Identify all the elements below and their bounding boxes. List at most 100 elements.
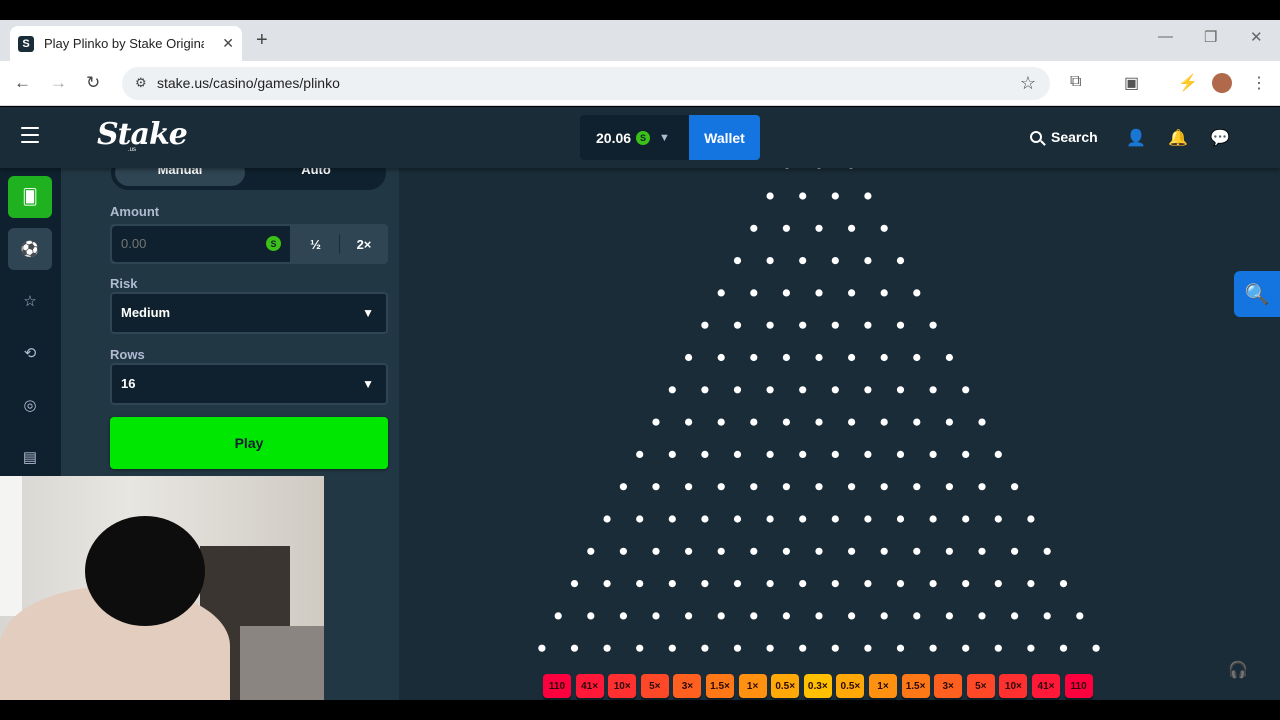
peg [962, 580, 970, 588]
peg [978, 483, 986, 491]
url-text: stake.us/casino/games/plinko [157, 75, 340, 91]
peg [896, 515, 905, 523]
multiplier-bucket: 3× [673, 674, 702, 698]
peg [864, 321, 872, 329]
peg [766, 321, 774, 329]
search-button[interactable]: Search [1030, 129, 1098, 145]
multiplier-bucket: 1.5× [901, 674, 930, 698]
address-bar[interactable]: ⚙ stake.us/casino/games/plinko ☆ [122, 67, 1050, 100]
multiplier-bucket: 41× [575, 674, 604, 698]
multiplier-bucket: 0.5× [771, 674, 800, 698]
peg [733, 386, 742, 394]
peg [962, 386, 970, 394]
chevron-down-icon: ▼ [362, 306, 374, 320]
peg [848, 418, 856, 426]
peg [864, 257, 872, 265]
peg [619, 612, 627, 620]
performance-icon[interactable]: ⚡ [1178, 73, 1198, 93]
favourites-star-icon[interactable]: ☆ [8, 280, 52, 322]
browser-menu-icon[interactable]: ⋮ [1251, 73, 1267, 93]
minimize-icon[interactable]: — [1158, 28, 1173, 45]
challenges-target-icon[interactable]: ◎ [8, 384, 52, 426]
peg [896, 450, 905, 458]
peg [848, 483, 856, 491]
bookmark-star-icon[interactable]: ☆ [1020, 73, 1036, 94]
multiplier-bucket: 5× [966, 674, 995, 698]
browser-tab[interactable]: S Play Plinko by Stake Originals C ✕ [10, 26, 242, 61]
peg [750, 353, 758, 362]
back-icon[interactable]: ← [14, 73, 31, 93]
rows-select[interactable]: 16 ▼ [110, 363, 388, 405]
stake-logo[interactable]: Stake [97, 117, 188, 152]
peg [1043, 612, 1051, 620]
peg [864, 192, 872, 200]
peg [817, 168, 821, 169]
multiplier-bucket: 110 [1064, 674, 1093, 698]
peg [538, 644, 546, 652]
balance-value: 20.06 [596, 129, 632, 146]
search-label: Search [1051, 129, 1098, 145]
peg [831, 386, 839, 394]
wallet-button[interactable]: Wallet [689, 115, 760, 160]
site-settings-icon[interactable]: ⚙ [135, 75, 147, 91]
reload-icon[interactable]: ↻ [86, 73, 100, 93]
peg [962, 450, 970, 458]
amount-label: Amount [110, 204, 160, 219]
amount-input[interactable] [112, 226, 290, 262]
profile-avatar-icon[interactable] [1212, 73, 1232, 93]
peg [913, 353, 921, 362]
recent-history-icon[interactable]: ⟲ [8, 332, 52, 374]
stake-favicon-icon: S [18, 35, 34, 52]
casino-icon[interactable]: 🂠 [8, 176, 52, 218]
balance-selector[interactable]: 20.06 S ▼ [580, 115, 689, 160]
peg [896, 644, 905, 652]
peg [1027, 644, 1035, 652]
extensions-icon[interactable]: ⧉ [1070, 73, 1081, 91]
play-button[interactable]: Play [110, 417, 388, 469]
peg [880, 612, 888, 620]
half-amount-button[interactable]: ½ [292, 224, 339, 264]
peg [782, 224, 790, 232]
bets-list-icon[interactable]: ▤ [8, 436, 52, 478]
double-amount-button[interactable]: 2× [340, 224, 388, 264]
sports-icon[interactable]: ⚽ [8, 228, 52, 270]
peg [766, 450, 774, 458]
peg [733, 257, 742, 265]
peg [831, 515, 839, 523]
tab-close-icon[interactable]: ✕ [222, 35, 234, 52]
peg [587, 547, 595, 555]
peg [652, 483, 660, 491]
webcam-overlay [0, 476, 324, 700]
peg [652, 547, 660, 555]
peg [636, 450, 644, 458]
peg [750, 289, 758, 297]
multiplier-bucket: 10× [608, 674, 637, 698]
amount-field: S ½ 2× [110, 224, 388, 264]
peg [848, 224, 856, 232]
forward-icon[interactable]: → [50, 73, 67, 93]
new-tab-icon[interactable]: + [256, 29, 268, 52]
peg [750, 224, 758, 232]
risk-select[interactable]: Medium ▼ [110, 292, 388, 334]
peg [701, 580, 709, 588]
peg [782, 289, 790, 297]
peg [848, 612, 856, 620]
user-icon[interactable]: 👤 [1126, 128, 1146, 148]
notifications-bell-icon[interactable]: 🔔 [1168, 128, 1188, 148]
peg [750, 418, 758, 426]
peg [701, 321, 709, 329]
menu-hamburger-icon[interactable] [21, 127, 39, 148]
restore-icon[interactable]: ❐ [1204, 28, 1217, 46]
peg [766, 257, 774, 265]
zoom-search-icon[interactable]: 🔍 [1234, 271, 1280, 317]
support-headset-icon[interactable]: 🎧 [1228, 660, 1248, 680]
window-close-icon[interactable]: ✕ [1250, 28, 1263, 46]
peg [733, 450, 742, 458]
peg [766, 386, 774, 394]
peg [929, 321, 937, 329]
tab-search-icon[interactable]: ▣ [1124, 73, 1139, 93]
peg [750, 612, 758, 620]
chat-icon[interactable]: 💬 [1210, 128, 1230, 148]
stake-app: Stake .us 20.06 S ▼ Wallet Search 👤 🔔 💬 … [0, 107, 1280, 700]
peg [815, 483, 823, 491]
